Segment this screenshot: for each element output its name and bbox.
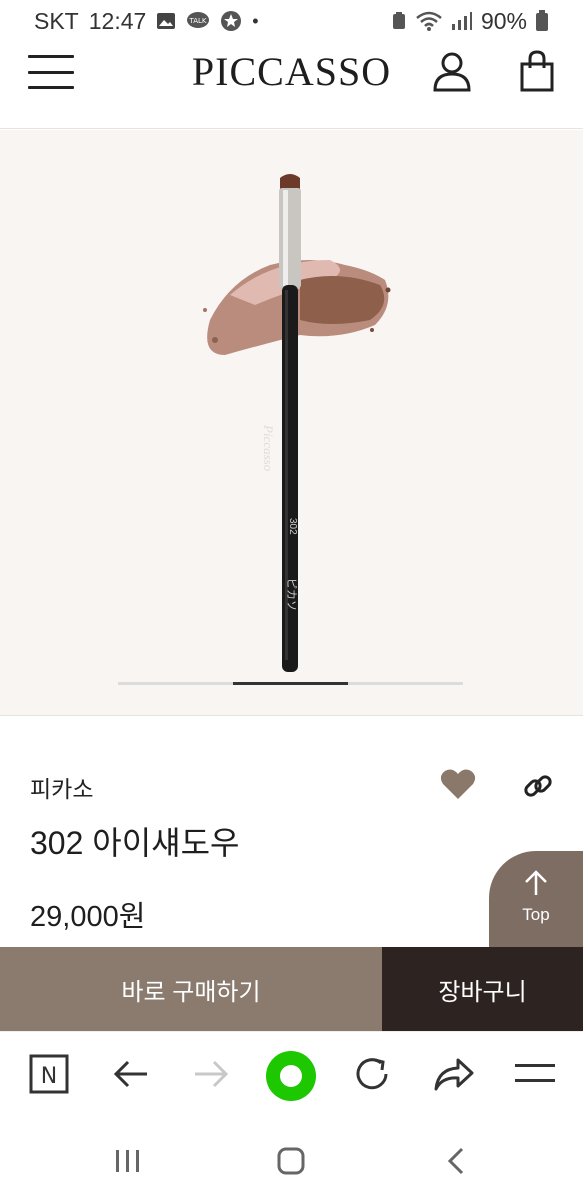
battery-percent: 90% [480, 7, 527, 34]
carrier-label: SKT [34, 7, 79, 34]
refresh-icon[interactable] [350, 1052, 394, 1096]
menu-icon[interactable] [513, 1052, 557, 1096]
signal-icon [451, 11, 473, 31]
product-price: 29,000원 [30, 901, 146, 933]
brush-brand-print: Piccasso [261, 425, 276, 472]
share-arrow-icon[interactable] [432, 1052, 476, 1096]
gallery-progress-thumb[interactable] [233, 682, 348, 685]
svg-text:TALK: TALK [189, 17, 207, 25]
forward-arrow-icon[interactable] [189, 1052, 233, 1096]
status-left: SKT 12:47 TALK • [34, 8, 259, 35]
clock: 12:47 [88, 7, 147, 34]
user-icon[interactable] [431, 50, 473, 92]
data-saver-icon [391, 11, 407, 31]
shopping-bag-icon[interactable] [518, 50, 556, 92]
naver-n-icon[interactable]: N [27, 1052, 71, 1096]
notification-dot: • [252, 10, 259, 31]
system-nav-bar [0, 1121, 583, 1200]
brush-illustration [203, 174, 391, 672]
purchase-bar: 바로 구매하기 장바구니 [0, 947, 583, 1031]
kakaotalk-icon: TALK [186, 11, 210, 31]
naver-n-letter: N [41, 1064, 57, 1089]
brand-logo[interactable]: PICCASSO [0, 48, 583, 95]
recent-apps-icon[interactable] [108, 1141, 148, 1181]
add-to-cart-button[interactable]: 장바구니 [382, 947, 583, 1031]
heart-icon[interactable] [440, 768, 476, 800]
back-icon[interactable] [436, 1141, 476, 1181]
status-bar: SKT 12:47 TALK • 90% [0, 0, 583, 42]
back-arrow-icon[interactable] [109, 1052, 153, 1096]
browser-toolbar: N [0, 1031, 583, 1121]
product-image[interactable]: Piccasso 302 ピカソ [0, 130, 583, 716]
site-header: PICCASSO [0, 42, 583, 129]
scroll-top-button[interactable]: Top [489, 851, 583, 947]
scroll-top-label: Top [522, 905, 550, 924]
home-icon[interactable] [271, 1141, 311, 1181]
brush-number-print: 302 [287, 518, 298, 535]
green-dot-icon[interactable] [264, 1049, 318, 1103]
buy-now-button[interactable]: 바로 구매하기 [0, 947, 382, 1031]
arrow-up-icon [525, 870, 547, 895]
status-right: 90% [391, 8, 549, 35]
brush-jp-print: ピカソ [285, 578, 297, 611]
product-title: 302 아이섀도우 [30, 825, 240, 861]
product-brand[interactable]: 피카소 [30, 770, 93, 804]
battery-icon [535, 10, 549, 32]
app-notification-icon [220, 10, 242, 32]
gallery-progress-track[interactable] [118, 682, 463, 685]
link-icon[interactable] [522, 770, 554, 802]
wifi-icon [415, 10, 443, 32]
gallery-icon [156, 12, 176, 30]
